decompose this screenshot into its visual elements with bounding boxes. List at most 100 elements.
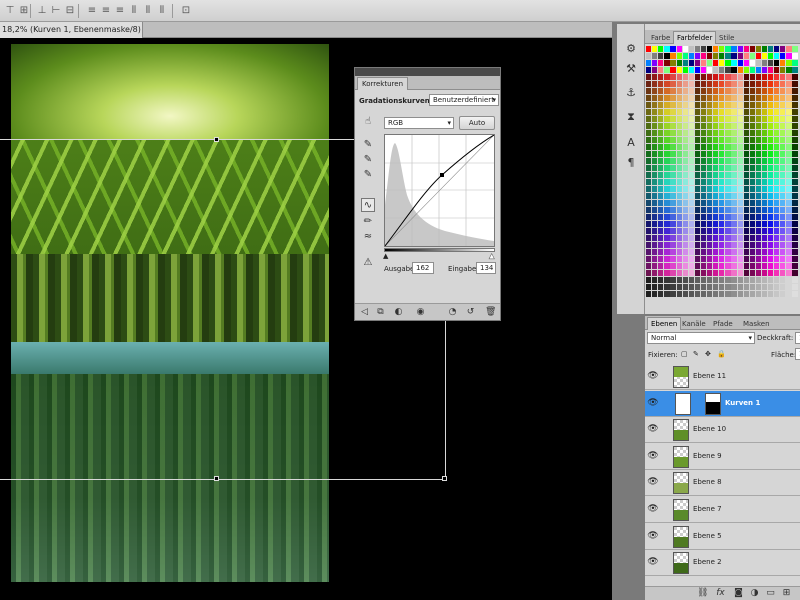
color-swatch[interactable]	[774, 221, 780, 228]
color-swatch[interactable]	[743, 221, 749, 228]
color-swatch[interactable]	[792, 256, 798, 263]
color-swatch[interactable]	[682, 228, 688, 235]
color-swatch[interactable]	[755, 102, 762, 109]
color-swatch[interactable]	[676, 270, 682, 277]
color-swatch[interactable]	[719, 277, 725, 284]
color-swatch[interactable]	[688, 46, 694, 53]
color-swatch[interactable]	[780, 151, 786, 158]
color-swatch[interactable]	[652, 284, 658, 291]
color-swatch[interactable]	[780, 74, 786, 81]
color-swatch[interactable]	[688, 256, 694, 263]
color-swatch[interactable]	[652, 81, 658, 88]
color-swatch[interactable]	[694, 263, 701, 270]
color-swatch[interactable]	[688, 263, 694, 270]
color-swatch[interactable]	[688, 60, 694, 67]
color-swatch[interactable]	[652, 200, 658, 207]
color-swatch[interactable]	[768, 60, 774, 67]
gray-point-eyedropper-icon[interactable]: ✎	[361, 153, 375, 167]
paragraph-icon[interactable]: ¶	[624, 156, 638, 170]
color-swatch[interactable]	[688, 130, 694, 137]
color-swatch[interactable]	[768, 228, 774, 235]
color-swatch[interactable]	[646, 193, 652, 200]
color-swatch[interactable]	[664, 88, 670, 95]
color-swatch[interactable]	[688, 277, 694, 284]
color-swatch[interactable]	[682, 109, 688, 116]
color-swatch[interactable]	[719, 53, 725, 60]
color-swatch[interactable]	[786, 249, 792, 256]
color-swatch[interactable]	[761, 81, 768, 88]
color-swatch[interactable]	[737, 158, 743, 165]
color-swatch[interactable]	[761, 263, 768, 270]
color-swatch[interactable]	[700, 53, 707, 60]
color-swatch[interactable]	[725, 137, 731, 144]
color-swatch[interactable]	[713, 221, 719, 228]
color-swatch[interactable]	[670, 53, 676, 60]
color-swatch[interactable]	[713, 95, 719, 102]
color-swatch[interactable]	[646, 67, 652, 74]
color-swatch[interactable]	[786, 242, 792, 249]
color-swatch[interactable]	[688, 200, 694, 207]
color-swatch[interactable]	[658, 165, 664, 172]
color-swatch[interactable]	[792, 270, 798, 277]
color-swatch[interactable]	[658, 186, 664, 193]
color-swatch[interactable]	[688, 95, 694, 102]
color-swatch[interactable]	[713, 263, 719, 270]
color-swatch[interactable]	[792, 109, 798, 116]
color-swatch[interactable]	[749, 46, 755, 53]
color-swatch[interactable]	[774, 81, 780, 88]
tab-farbe[interactable]: Farbe	[647, 31, 674, 44]
white-point-eyedropper-icon[interactable]: ✎	[361, 168, 375, 182]
color-swatch[interactable]	[670, 46, 676, 53]
eye-icon[interactable]: 👁	[647, 450, 659, 462]
color-swatch[interactable]	[646, 53, 652, 60]
layer-row[interactable]: 👁 Ebene 9	[645, 443, 800, 470]
color-swatch[interactable]	[688, 221, 694, 228]
color-swatch[interactable]	[792, 165, 798, 172]
color-swatch[interactable]	[719, 193, 725, 200]
color-swatch[interactable]	[755, 186, 762, 193]
color-swatch[interactable]	[780, 263, 786, 270]
color-swatch[interactable]	[713, 270, 719, 277]
color-swatch[interactable]	[652, 228, 658, 235]
color-swatch[interactable]	[719, 242, 725, 249]
color-swatch[interactable]	[774, 228, 780, 235]
color-swatch[interactable]	[658, 53, 664, 60]
color-swatch[interactable]	[731, 81, 737, 88]
color-swatch[interactable]	[725, 207, 731, 214]
color-swatch[interactable]	[676, 123, 682, 130]
color-swatch[interactable]	[792, 228, 798, 235]
color-swatch[interactable]	[713, 193, 719, 200]
color-swatch[interactable]	[694, 151, 701, 158]
color-swatch[interactable]	[719, 186, 725, 193]
color-swatch[interactable]	[749, 228, 755, 235]
color-swatch[interactable]	[700, 102, 707, 109]
color-swatch[interactable]	[646, 123, 652, 130]
color-swatch[interactable]	[768, 200, 774, 207]
color-swatch[interactable]	[768, 144, 774, 151]
color-swatch[interactable]	[694, 291, 701, 298]
color-swatch[interactable]	[700, 123, 707, 130]
color-swatch[interactable]	[725, 263, 731, 270]
color-swatch[interactable]	[737, 67, 743, 74]
curve-graph[interactable]	[384, 134, 495, 247]
color-swatch[interactable]	[737, 102, 743, 109]
color-swatch[interactable]	[749, 256, 755, 263]
color-swatch[interactable]	[688, 193, 694, 200]
color-swatch[interactable]	[676, 102, 682, 109]
color-swatch[interactable]	[780, 158, 786, 165]
color-swatch[interactable]	[713, 186, 719, 193]
preset-select[interactable]: Benutzerdefiniert ▾	[429, 94, 499, 106]
color-swatch[interactable]	[768, 137, 774, 144]
color-swatch[interactable]	[761, 158, 768, 165]
color-swatch[interactable]	[725, 53, 731, 60]
color-swatch[interactable]	[749, 102, 755, 109]
color-swatch[interactable]	[676, 200, 682, 207]
color-swatch[interactable]	[774, 102, 780, 109]
color-swatch[interactable]	[658, 102, 664, 109]
color-swatch[interactable]	[792, 144, 798, 151]
color-swatch[interactable]	[768, 249, 774, 256]
color-swatch[interactable]	[676, 88, 682, 95]
color-swatch[interactable]	[713, 179, 719, 186]
color-swatch[interactable]	[731, 256, 737, 263]
color-swatch[interactable]	[682, 81, 688, 88]
